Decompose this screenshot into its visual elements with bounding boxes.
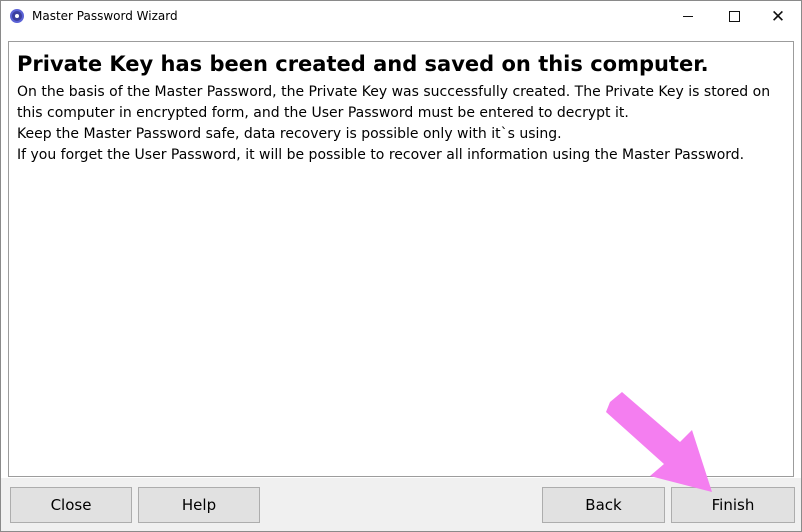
help-button[interactable]: Help: [138, 487, 260, 523]
close-icon: ✕: [770, 6, 786, 27]
description-text: On the basis of the Master Password, the…: [17, 82, 787, 166]
minimize-icon: [683, 16, 693, 17]
window-title: Master Password Wizard: [32, 9, 178, 23]
paragraph-keep-safe: Keep the Master Password safe, data reco…: [17, 126, 562, 142]
close-button[interactable]: Close: [10, 487, 132, 523]
maximize-icon: [728, 11, 740, 22]
minimize-button[interactable]: [665, 1, 711, 32]
page-title: Private Key has been created and saved o…: [17, 52, 709, 76]
title-bar: Master Password Wizard ✕: [1, 1, 801, 32]
annotation-arrow-icon: [606, 392, 712, 492]
maximize-button[interactable]: [711, 1, 757, 32]
app-icon: [10, 9, 24, 23]
paragraph-private-key-info: On the basis of the Master Password, the…: [17, 84, 771, 121]
paragraph-recovery: If you forget the User Password, it will…: [17, 147, 745, 163]
window-close-button[interactable]: ✕: [755, 1, 801, 32]
